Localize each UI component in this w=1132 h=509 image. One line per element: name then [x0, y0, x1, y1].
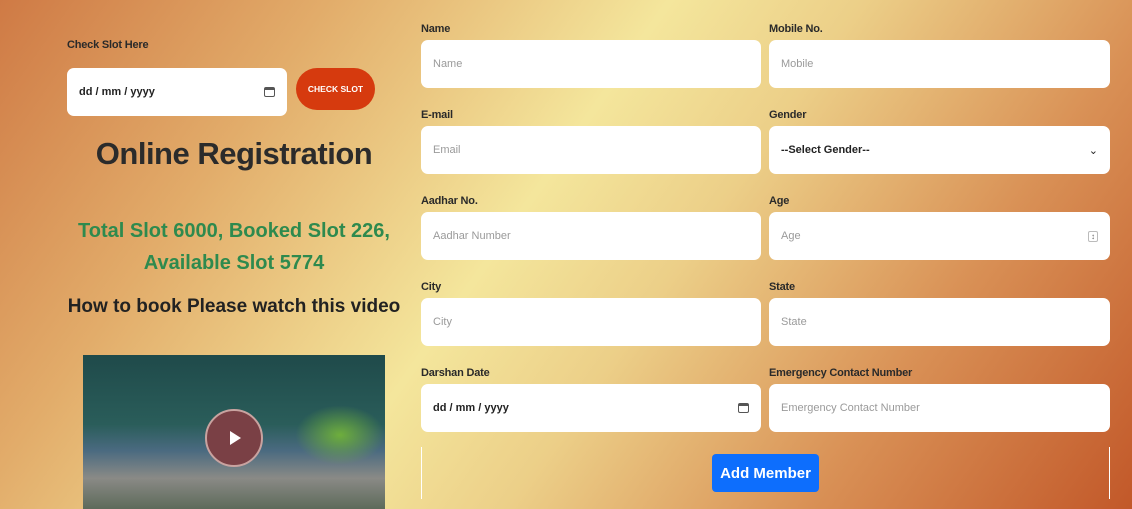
gender-select[interactable]: --Select Gender-- ⌄: [769, 126, 1110, 174]
name-label: Name: [421, 23, 451, 35]
divider-right: [1109, 447, 1110, 499]
date-placeholder: dd / mm / yyyy: [433, 402, 509, 414]
emergency-contact-number-label: Emergency Contact Number: [769, 367, 913, 379]
state-input[interactable]: State: [769, 298, 1110, 346]
slot-status: Total Slot 6000, Booked Slot 226, Availa…: [60, 215, 408, 279]
e-mail-input[interactable]: Email: [421, 126, 761, 174]
city-input[interactable]: City: [421, 298, 761, 346]
emergency-contact-number-input[interactable]: Emergency Contact Number: [769, 384, 1110, 432]
darshan-date-input[interactable]: dd / mm / yyyy: [421, 384, 761, 432]
age-input[interactable]: Age ↕: [769, 212, 1110, 260]
check-slot-label: Check Slot Here: [67, 39, 149, 51]
video-heading: How to book Please watch this video: [67, 296, 401, 317]
calendar-icon[interactable]: [738, 403, 749, 413]
city-placeholder: City: [433, 316, 452, 328]
slot-available: Available Slot 5774: [143, 252, 325, 274]
divider-left: [421, 447, 422, 499]
state-placeholder: State: [781, 316, 807, 328]
e-mail-placeholder: Email: [433, 144, 461, 156]
name-input[interactable]: Name: [421, 40, 761, 88]
add-member-button[interactable]: Add Member: [712, 454, 819, 492]
e-mail-label: E-mail: [421, 109, 453, 121]
name-placeholder: Name: [433, 58, 463, 70]
calendar-icon[interactable]: [264, 87, 275, 97]
check-slot-button[interactable]: CHECK SLOT: [296, 68, 375, 110]
chevron-down-icon: ⌄: [1088, 144, 1098, 157]
play-icon: [230, 431, 241, 445]
gender-label: Gender: [769, 109, 807, 121]
aadhar-no-placeholder: Aadhar Number: [433, 230, 511, 242]
spinner-icon[interactable]: ↕: [1088, 230, 1098, 242]
age-placeholder: Age: [781, 230, 801, 242]
age-label: Age: [769, 195, 790, 207]
darshan-date-label: Darshan Date: [421, 367, 490, 379]
mobile-no-input[interactable]: Mobile: [769, 40, 1110, 88]
aadhar-no-input[interactable]: Aadhar Number: [421, 212, 761, 260]
city-label: City: [421, 281, 441, 293]
page-title: Online Registration: [95, 136, 373, 171]
state-label: State: [769, 281, 795, 293]
mobile-no-placeholder: Mobile: [781, 58, 814, 70]
play-button[interactable]: [205, 409, 263, 467]
emergency-contact-number-placeholder: Emergency Contact Number: [781, 402, 920, 414]
check-slot-date-input[interactable]: dd / mm / yyyy: [67, 68, 287, 116]
date-placeholder: dd / mm / yyyy: [79, 86, 155, 98]
mobile-no-label: Mobile No.: [769, 23, 823, 35]
video-thumbnail[interactable]: [83, 355, 385, 509]
slot-total-booked: Total Slot 6000, Booked Slot 226,: [78, 220, 390, 242]
aadhar-no-label: Aadhar No.: [421, 195, 478, 207]
gender-selected: --Select Gender--: [781, 144, 870, 156]
